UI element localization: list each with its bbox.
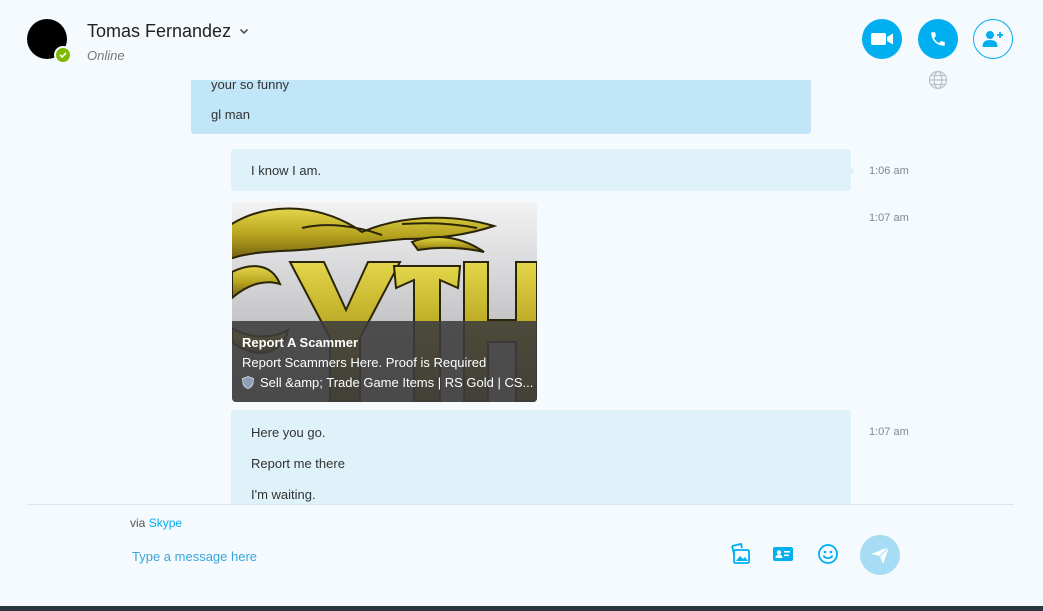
via-skype-link[interactable]: Skype [149, 516, 182, 530]
link-preview-overlay: Report A Scammer Report Scammers Here. P… [232, 321, 537, 402]
link-preview-card[interactable]: Report A Scammer Report Scammers Here. P… [232, 202, 537, 402]
contact-status: Online [87, 48, 125, 63]
link-preview-description: Report Scammers Here. Proof is Required [242, 355, 487, 370]
message-text: Report me there [251, 456, 345, 471]
send-button[interactable] [860, 535, 900, 575]
message-text: Here you go. [251, 425, 326, 440]
message-input[interactable] [130, 545, 674, 567]
send-image-icon[interactable] [729, 542, 753, 566]
emoticon-icon[interactable] [816, 542, 840, 566]
message-timestamp: 1:07 am [869, 212, 909, 224]
chevron-down-icon[interactable] [238, 25, 250, 37]
message-timestamp: 1:07 am [869, 426, 909, 438]
video-call-button[interactable] [862, 19, 902, 59]
phone-icon [931, 32, 945, 46]
incoming-message-bubble[interactable]: your so funny gl man [191, 80, 811, 134]
via-label: via Skype [130, 516, 182, 530]
outgoing-message-bubble[interactable]: I know I am. [231, 149, 851, 191]
message-timestamp: 1:06 am [869, 165, 909, 177]
online-status-icon [54, 46, 72, 64]
outgoing-message-bubble[interactable]: Here you go. Report me there I'm waiting… [231, 410, 851, 504]
link-preview-site[interactable]: Sell &amp; Trade Game Items | RS Gold | … [242, 375, 533, 390]
message-list[interactable]: your so funny gl man I know I am. 1:06 a… [0, 80, 1043, 504]
via-prefix: via [130, 516, 146, 530]
add-people-button[interactable] [973, 19, 1013, 59]
audio-call-button[interactable] [918, 19, 958, 59]
composer-divider [27, 504, 1014, 505]
message-text: your so funny [211, 80, 290, 92]
message-text: gl man [211, 107, 251, 122]
shield-icon [242, 376, 254, 389]
contact-name[interactable]: Tomas Fernandez [87, 21, 231, 42]
video-camera-icon [871, 33, 893, 45]
link-preview-title[interactable]: Report A Scammer [242, 335, 358, 350]
link-preview-site-text: Sell &amp; Trade Game Items | RS Gold | … [260, 375, 534, 390]
send-arrow-icon [871, 546, 890, 564]
send-contact-icon[interactable] [771, 542, 795, 566]
globe-icon[interactable] [928, 70, 948, 90]
message-text: I know I am. [251, 163, 322, 178]
conversation-header: Tomas Fernandez Online [0, 0, 1043, 80]
window-bottom-bar [0, 606, 1043, 611]
add-person-icon [982, 31, 1003, 47]
message-text: I'm waiting. [251, 487, 316, 502]
